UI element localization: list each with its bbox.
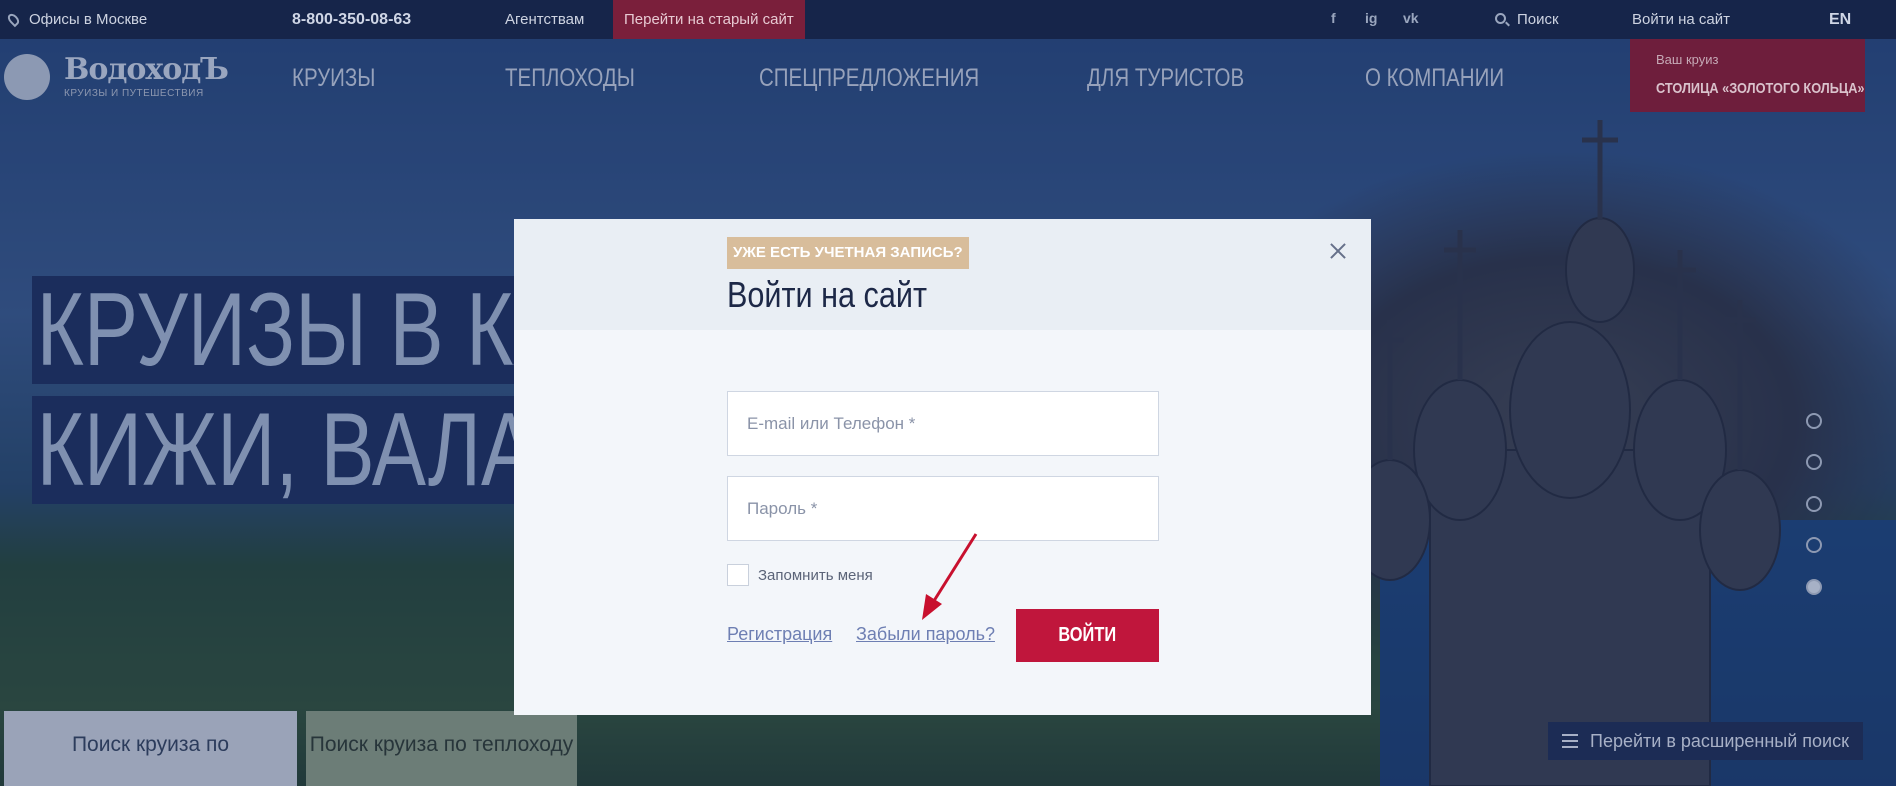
- phone-number[interactable]: 8-800-350-08-63: [292, 0, 411, 39]
- facebook-icon[interactable]: f: [1331, 10, 1336, 26]
- login-submit-label: ВОЙТИ: [1058, 624, 1117, 646]
- login-submit-button[interactable]: ВОЙТИ: [1016, 609, 1159, 662]
- slider-dot[interactable]: [1806, 537, 1822, 553]
- slider-dot[interactable]: [1806, 413, 1822, 429]
- vk-icon[interactable]: vk: [1403, 10, 1419, 26]
- agencies-link[interactable]: Агентствам: [505, 0, 584, 39]
- nav-about-company[interactable]: О КОМПАНИИ: [1365, 64, 1504, 93]
- your-cruise-value: СТОЛИЦА «ЗОЛОТОГО КОЛЬЦА»: [1656, 80, 1865, 97]
- red-arrow-annotation: [922, 533, 978, 620]
- nav-cruises[interactable]: КРУИЗЫ: [292, 64, 375, 93]
- remember-me-checkbox[interactable]: [727, 564, 749, 586]
- advanced-search-button[interactable]: Перейти в расширенный поиск: [1548, 722, 1863, 760]
- logo-subtitle: КРУИЗЫ И ПУТЕШЕСТВИЯ: [64, 88, 204, 99]
- slider-dot[interactable]: [1806, 454, 1822, 470]
- language-switch[interactable]: EN: [1829, 0, 1851, 39]
- login-modal: УЖЕ ЕСТЬ УЧЕТНАЯ ЗАПИСЬ? Войти на сайт З…: [514, 219, 1371, 715]
- location-pin-icon: [5, 11, 22, 28]
- list-icon: [1562, 734, 1578, 748]
- close-icon[interactable]: [1326, 239, 1350, 263]
- hero-title-line2: КИЖИ, ВАЛА: [32, 396, 540, 504]
- nav-for-tourists[interactable]: ДЛЯ ТУРИСТОВ: [1087, 64, 1244, 93]
- register-link[interactable]: Регистрация: [727, 624, 832, 645]
- logo-name: ВодоходЪ: [64, 52, 229, 87]
- search-link[interactable]: Поиск: [1517, 0, 1559, 39]
- nav-ships[interactable]: ТЕПЛОХОДЫ: [505, 64, 635, 93]
- tab-search-by-ship[interactable]: Поиск круиза по теплоходу: [306, 711, 577, 786]
- modal-header: [514, 219, 1371, 330]
- hero-title-line1: КРУИЗЫ В КА: [32, 276, 573, 384]
- nav-special-offers[interactable]: СПЕЦПРЕДЛОЖЕНИЯ: [759, 64, 979, 93]
- ship-logo-icon: [4, 54, 50, 100]
- your-cruise-label: Ваш круиз: [1656, 52, 1719, 67]
- email-phone-field[interactable]: [727, 391, 1159, 456]
- login-link[interactable]: Войти на сайт: [1632, 0, 1730, 39]
- tab-search-by-direction[interactable]: Поиск круиза по направлению: [4, 711, 297, 786]
- offices-link[interactable]: Офисы в Москве: [29, 0, 147, 39]
- forgot-password-link[interactable]: Забыли пароль?: [856, 624, 995, 645]
- search-icon[interactable]: [1495, 13, 1506, 24]
- site-logo[interactable]: ВодоходЪ КРУИЗЫ И ПУТЕШЕСТВИЯ: [4, 52, 229, 102]
- old-site-button[interactable]: Перейти на старый сайт: [613, 0, 805, 39]
- top-bar: Офисы в Москве 8-800-350-08-63 Агентства…: [0, 0, 1896, 39]
- remember-me-label: Запомнить меня: [758, 567, 873, 584]
- slider-dot-active[interactable]: [1806, 579, 1822, 595]
- advanced-search-label: Перейти в расширенный поиск: [1590, 731, 1849, 751]
- modal-title: Войти на сайт: [727, 274, 927, 315]
- slider-dot[interactable]: [1806, 496, 1822, 512]
- account-badge: УЖЕ ЕСТЬ УЧЕТНАЯ ЗАПИСЬ?: [727, 237, 969, 269]
- instagram-icon[interactable]: ig: [1365, 10, 1377, 26]
- your-cruise-box[interactable]: Ваш круиз СТОЛИЦА «ЗОЛОТОГО КОЛЬЦА»: [1630, 39, 1865, 112]
